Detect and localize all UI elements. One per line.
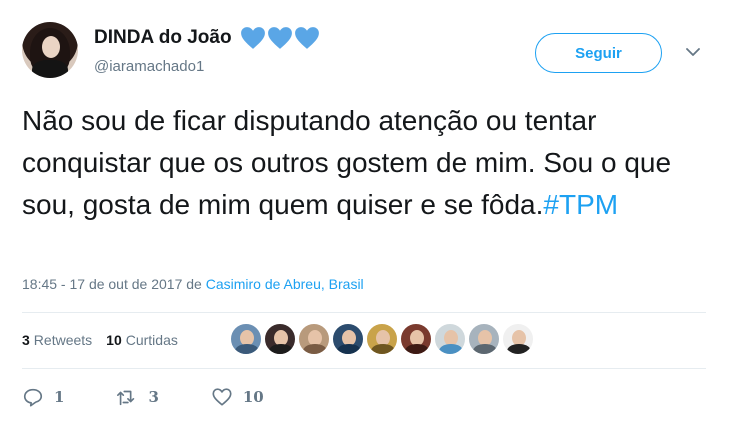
- retweet-action[interactable]: 3: [116, 386, 159, 408]
- liker-shirt: [337, 344, 361, 354]
- liker-avatar[interactable]: [468, 323, 500, 355]
- liker-avatar[interactable]: [434, 323, 466, 355]
- liker-avatar[interactable]: [400, 323, 432, 355]
- liker-shirt: [507, 344, 531, 354]
- liker-avatar[interactable]: [298, 323, 330, 355]
- tweet-meta: 18:45 - 17 de out de 2017 de Casimiro de…: [22, 276, 364, 292]
- liker-avatar[interactable]: [264, 323, 296, 355]
- avatar[interactable]: [22, 22, 78, 78]
- likes-label: Curtidas: [125, 332, 178, 348]
- retweets-count: 3: [22, 332, 30, 348]
- display-name[interactable]: DINDA do João: [94, 27, 232, 49]
- avatar-body: [32, 60, 68, 78]
- liker-shirt: [473, 344, 497, 354]
- tweet-text: Não sou de ficar disputando atenção ou t…: [22, 100, 712, 226]
- tweet-stats: 3 Retweets 10 Curtidas: [22, 332, 192, 348]
- liker-shirt: [235, 344, 259, 354]
- name-hearts: [240, 26, 320, 50]
- liker-avatar[interactable]: [332, 323, 364, 355]
- like-action[interactable]: 10: [211, 386, 264, 408]
- heart-icon: [212, 388, 232, 406]
- retweets-label: Retweets: [33, 332, 93, 348]
- liker-avatars: [230, 323, 534, 355]
- action-bar: 1 3 10: [22, 386, 316, 408]
- follow-button[interactable]: Seguir: [535, 33, 662, 73]
- reply-icon: [23, 388, 43, 407]
- avatar-face: [42, 36, 60, 58]
- liker-shirt: [371, 344, 395, 354]
- retweet-icon: [117, 390, 135, 406]
- user-handle[interactable]: @iaramachado1: [94, 58, 204, 75]
- location-link[interactable]: Casimiro de Abreu, Brasil: [206, 276, 364, 292]
- liker-avatar[interactable]: [366, 323, 398, 355]
- meta-from: de: [186, 276, 202, 292]
- liker-shirt: [303, 344, 327, 354]
- liker-shirt: [269, 344, 293, 354]
- retweet-count: 3: [148, 388, 159, 406]
- divider-top: [22, 312, 706, 313]
- tweet-card: DINDA do João @iaramachado1 Seguir Não s…: [0, 0, 730, 430]
- blue-heart-icon: [267, 27, 292, 49]
- blue-heart-icon: [294, 27, 319, 49]
- like-count: 10: [242, 388, 264, 406]
- likes-count: 10: [106, 332, 122, 348]
- retweets-stat[interactable]: 3 Retweets: [22, 332, 92, 348]
- liker-shirt: [405, 344, 429, 354]
- reply-count: 1: [54, 388, 65, 406]
- name-row: DINDA do João: [94, 26, 320, 50]
- divider-bottom: [22, 368, 706, 369]
- liker-shirt: [439, 344, 463, 354]
- hashtag-link[interactable]: #TPM: [543, 189, 618, 220]
- blue-heart-icon: [240, 27, 265, 49]
- timestamp[interactable]: 18:45 - 17 de out de 2017: [22, 276, 182, 292]
- liker-avatar[interactable]: [230, 323, 262, 355]
- reply-action[interactable]: 1: [22, 386, 64, 408]
- likes-stat[interactable]: 10 Curtidas: [106, 332, 178, 348]
- liker-avatar[interactable]: [502, 323, 534, 355]
- chevron-down-icon[interactable]: [686, 47, 700, 57]
